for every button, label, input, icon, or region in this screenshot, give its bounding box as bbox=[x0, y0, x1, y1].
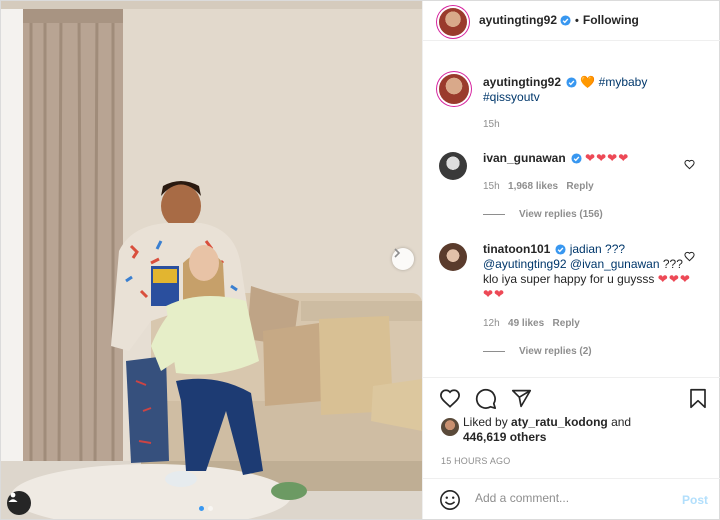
chevron-right-icon bbox=[394, 248, 401, 258]
emoji-icon[interactable] bbox=[439, 489, 461, 511]
liker-username[interactable]: aty_ratu_kodong bbox=[511, 415, 608, 429]
verified-badge-icon bbox=[571, 153, 582, 164]
user-tags-button[interactable] bbox=[7, 491, 31, 515]
view-replies-label: View replies (156) bbox=[519, 209, 603, 220]
following-button[interactable]: Following bbox=[583, 13, 639, 27]
like-heart-icon[interactable] bbox=[439, 388, 461, 408]
commenter-avatar[interactable] bbox=[439, 243, 467, 271]
comment-composer: Post bbox=[423, 478, 720, 519]
carousel-next-button[interactable] bbox=[392, 248, 414, 270]
caption-author-avatar[interactable] bbox=[439, 74, 469, 104]
comment-reply-button[interactable]: Reply bbox=[566, 181, 593, 192]
likes-summary: Liked by aty_ratu_kodong and 446,619 oth… bbox=[441, 415, 711, 445]
hashtag-link[interactable]: #mybaby bbox=[599, 75, 648, 89]
comment-username[interactable]: tinatoon101 bbox=[483, 242, 550, 256]
caption-emoji: 🧡 bbox=[580, 75, 596, 89]
comment-time: 12h bbox=[483, 318, 500, 329]
header-user-line: ayutingting92 • Following bbox=[479, 13, 639, 27]
action-bar bbox=[423, 377, 720, 410]
bookmark-icon[interactable] bbox=[689, 388, 707, 409]
comment-likes[interactable]: 1,968 likes bbox=[508, 181, 558, 192]
replies-divider bbox=[483, 214, 505, 215]
comment-meta: 15h 1,968 likes Reply bbox=[483, 181, 594, 192]
comment: ivan_gunawan ❤❤❤❤ bbox=[483, 151, 683, 166]
replies-divider bbox=[483, 351, 505, 352]
post-timestamp[interactable]: 15 HOURS AGO bbox=[441, 456, 510, 466]
liker-avatar[interactable] bbox=[441, 418, 459, 436]
user-tag-icon bbox=[8, 492, 18, 502]
caption-time: 15h bbox=[483, 119, 500, 130]
likes-count[interactable]: 446,619 others bbox=[463, 430, 546, 444]
carousel-dot-active bbox=[199, 506, 204, 511]
view-replies-label: View replies (2) bbox=[519, 346, 592, 357]
comment-likes[interactable]: 49 likes bbox=[508, 318, 544, 329]
post-header: ayutingting92 • Following bbox=[423, 1, 720, 41]
comment-like-heart-icon[interactable] bbox=[684, 159, 695, 170]
mention-link[interactable]: @ayutingting92 bbox=[483, 257, 567, 271]
carousel-dot bbox=[208, 506, 213, 511]
header-separator: • bbox=[575, 15, 579, 27]
verified-badge-icon bbox=[560, 15, 571, 26]
comment-like-heart-icon[interactable] bbox=[684, 251, 695, 262]
comment-icon[interactable] bbox=[475, 388, 497, 410]
comment-input[interactable] bbox=[475, 491, 665, 505]
comment-username[interactable]: ivan_gunawan bbox=[483, 151, 566, 165]
mention-link[interactable]: @ivan_gunawan bbox=[570, 257, 660, 271]
carousel-indicator bbox=[199, 506, 213, 511]
view-replies-button[interactable]: View replies (156) bbox=[483, 209, 603, 220]
verified-badge-icon bbox=[566, 77, 577, 88]
author-username[interactable]: ayutingting92 bbox=[479, 13, 557, 27]
comment: tinatoon101 jadian ??? @ayutingting92 @i… bbox=[483, 242, 691, 302]
comment-emoji: ❤❤❤❤ bbox=[585, 151, 630, 165]
commenter-avatar[interactable] bbox=[439, 152, 467, 180]
share-icon[interactable] bbox=[511, 388, 532, 409]
likes-prefix: Liked by bbox=[463, 415, 508, 429]
verified-badge-icon bbox=[555, 244, 566, 255]
comment-text: jadian ??? bbox=[569, 242, 626, 256]
likes-text: Liked by aty_ratu_kodong and 446,619 oth… bbox=[463, 415, 711, 445]
photo-illustration bbox=[1, 1, 422, 519]
author-avatar[interactable] bbox=[439, 8, 467, 36]
likes-connector: and bbox=[611, 415, 632, 429]
caption: ayutingting92 🧡 #mybaby #qissyoutv bbox=[483, 75, 708, 105]
comment-time: 15h bbox=[483, 181, 500, 192]
hashtag-link[interactable]: #qissyoutv bbox=[483, 90, 540, 104]
caption-username[interactable]: ayutingting92 bbox=[483, 75, 561, 89]
post-photo[interactable] bbox=[1, 1, 422, 519]
post-comment-button[interactable]: Post bbox=[682, 493, 708, 507]
post-side-panel: ayutingting92 • Following ayutingting92 🧡 … bbox=[422, 1, 720, 519]
view-replies-button[interactable]: View replies (2) bbox=[483, 346, 592, 357]
comment-meta: 12h 49 likes Reply bbox=[483, 318, 580, 329]
comment-reply-button[interactable]: Reply bbox=[553, 318, 580, 329]
